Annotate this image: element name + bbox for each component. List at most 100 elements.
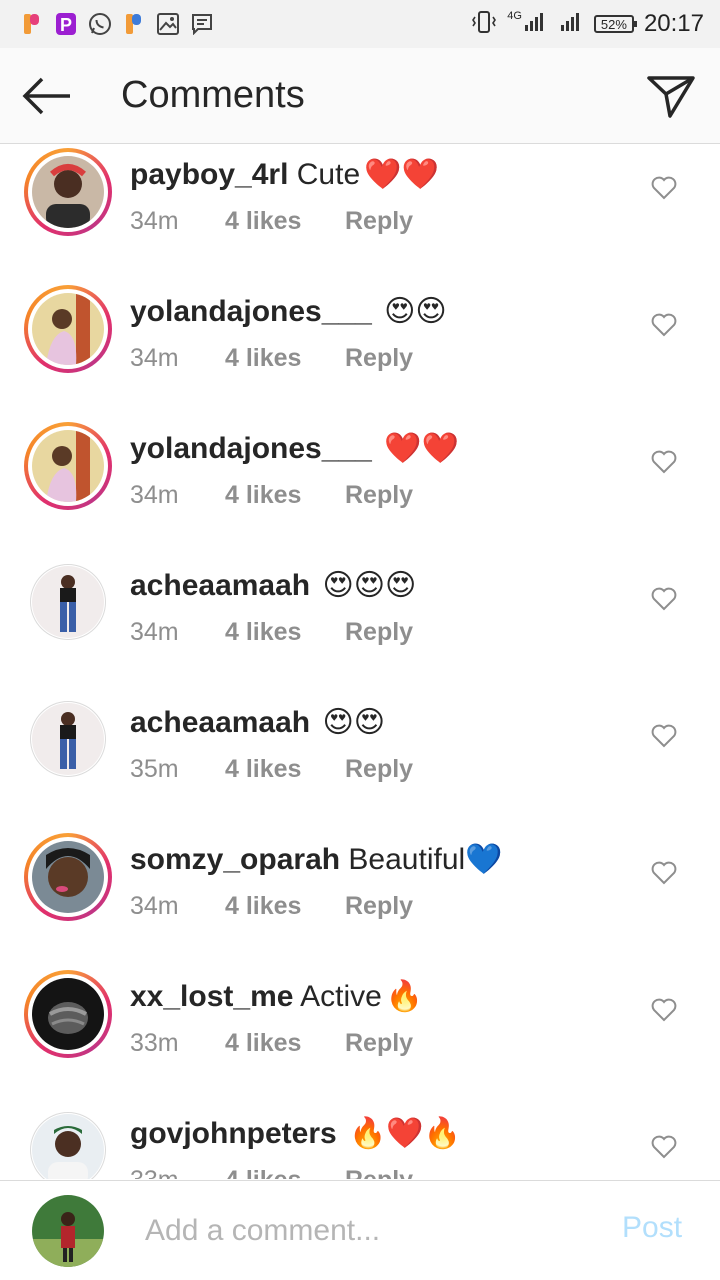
- comment-username[interactable]: xx_lost_me: [130, 980, 293, 1013]
- svg-text:P: P: [60, 15, 72, 35]
- comment-likes[interactable]: 4 likes: [225, 618, 345, 647]
- comment-emoji: 💙: [465, 843, 503, 876]
- like-button[interactable]: [650, 448, 678, 476]
- heart-outline-icon: [651, 450, 677, 474]
- comment-item: somzy_oparah Beautiful💙 34m 4 likes Repl…: [0, 830, 720, 967]
- comment-item: xx_lost_me Active 🔥 33m 4 likes Reply: [0, 967, 720, 1104]
- reply-button[interactable]: Reply: [345, 344, 413, 373]
- avatar[interactable]: [24, 148, 112, 236]
- like-button[interactable]: [650, 859, 678, 887]
- current-user-avatar: [32, 1195, 104, 1267]
- comment-likes[interactable]: 4 likes: [225, 344, 345, 373]
- avatar-photo: [32, 841, 104, 913]
- comment-time: 34m: [130, 892, 179, 920]
- message-icon: [190, 12, 214, 36]
- like-button[interactable]: [650, 1133, 678, 1161]
- comment-likes[interactable]: 4 likes: [225, 755, 345, 784]
- avatar-photo: [32, 703, 104, 775]
- comment-likes[interactable]: 4 likes: [225, 481, 345, 510]
- heart-outline-icon: [651, 313, 677, 337]
- avatar[interactable]: [24, 970, 112, 1058]
- comment-username[interactable]: yolandajones___: [130, 432, 372, 465]
- like-button[interactable]: [650, 585, 678, 613]
- signal-icon: [524, 11, 550, 38]
- reply-button[interactable]: Reply: [345, 618, 413, 647]
- clock: 20:17: [643, 10, 704, 37]
- avatar[interactable]: [30, 701, 106, 777]
- like-button[interactable]: [650, 722, 678, 750]
- avatar[interactable]: [30, 564, 106, 640]
- comment-likes[interactable]: 4 likes: [225, 207, 345, 236]
- system-status: 4G 52% 20:17: [471, 0, 704, 48]
- heart-outline-icon: [651, 587, 677, 611]
- back-button[interactable]: [20, 72, 74, 120]
- avatar-photo: [32, 978, 104, 1050]
- comment-likes[interactable]: 4 likes: [225, 1029, 345, 1058]
- back-arrow-icon: [22, 77, 70, 115]
- comment-emoji: 😍😍: [322, 706, 386, 739]
- comment-time: 34m: [130, 344, 179, 372]
- comment-item: govjohnpeters 🔥❤️🔥 33m 4 likes Reply: [0, 1104, 720, 1179]
- like-button[interactable]: [650, 311, 678, 339]
- comment-text: Active: [300, 980, 382, 1013]
- comment-item: acheaamaah 😍😍😍 34m 4 likes Reply: [0, 556, 720, 693]
- reply-button[interactable]: Reply: [345, 892, 413, 921]
- heart-outline-icon: [651, 998, 677, 1022]
- avatar[interactable]: [24, 833, 112, 921]
- comment-username[interactable]: somzy_oparah: [130, 843, 340, 876]
- comment-username[interactable]: yolandajones___: [130, 295, 372, 328]
- app-p-purple-icon: P: [54, 12, 78, 36]
- comment-likes[interactable]: 4 likes: [225, 892, 345, 921]
- comment-username[interactable]: acheaamaah: [130, 569, 310, 602]
- battery-indicator: 52%: [593, 15, 637, 33]
- comment-time: 33m: [130, 1029, 179, 1057]
- whatsapp-icon: [88, 12, 112, 36]
- comment-item: yolandajones___ ❤️❤️ 34m 4 likes Reply: [0, 419, 720, 556]
- reply-button[interactable]: Reply: [345, 1029, 413, 1058]
- reply-button[interactable]: Reply: [345, 207, 413, 236]
- app-p-orange-icon: [122, 12, 146, 36]
- like-button[interactable]: [650, 174, 678, 202]
- heart-outline-icon: [651, 861, 677, 885]
- heart-outline-icon: [651, 176, 677, 200]
- comment-item: payboy_4rl Cute ❤️❤️ 34m 4 likes Reply: [0, 145, 720, 282]
- avatar[interactable]: [24, 285, 112, 373]
- signal-icon: [560, 11, 584, 38]
- comment-username[interactable]: govjohnpeters: [130, 1117, 337, 1150]
- vibrate-icon: [471, 9, 497, 40]
- comment-emoji: ❤️❤️: [384, 432, 459, 465]
- comment-item: acheaamaah 😍😍 35m 4 likes Reply: [0, 693, 720, 830]
- top-bar: Comments: [0, 48, 720, 144]
- comment-item: yolandajones___ 😍😍 34m 4 likes Reply: [0, 282, 720, 419]
- reply-button[interactable]: Reply: [345, 755, 413, 784]
- avatar-photo: [32, 566, 104, 638]
- avatar[interactable]: [30, 1112, 106, 1179]
- comment-likes[interactable]: 4 likes: [225, 1166, 345, 1179]
- share-button[interactable]: [646, 72, 696, 120]
- comment-input[interactable]: [145, 1209, 585, 1253]
- like-button[interactable]: [650, 996, 678, 1024]
- page-title: Comments: [121, 74, 305, 116]
- post-button[interactable]: Post: [622, 1211, 682, 1245]
- comment-time: 34m: [130, 618, 179, 646]
- reply-button[interactable]: Reply: [345, 481, 413, 510]
- notification-icons: P: [20, 12, 214, 36]
- comment-composer: Post: [0, 1180, 720, 1280]
- avatar[interactable]: [24, 422, 112, 510]
- comment-emoji: ❤️❤️: [364, 158, 439, 191]
- status-bar: P 4G 52% 20:17: [0, 0, 720, 48]
- comment-username[interactable]: payboy_4rl: [130, 158, 288, 191]
- comment-time: 34m: [130, 207, 179, 235]
- comment-emoji: 🔥❤️🔥: [349, 1117, 462, 1150]
- comment-username[interactable]: acheaamaah: [130, 706, 310, 739]
- avatar-photo: [32, 156, 104, 228]
- avatar-photo: [32, 1114, 104, 1179]
- avatar-photo: [32, 430, 104, 502]
- app-p-orange-icon: [20, 12, 44, 36]
- comment-time: 33m: [130, 1166, 225, 1179]
- paper-plane-icon: [647, 76, 695, 118]
- comment-emoji: 🔥: [385, 980, 424, 1013]
- comment-emoji: 😍😍😍: [322, 569, 417, 602]
- reply-button[interactable]: Reply: [345, 1166, 413, 1179]
- comment-list[interactable]: payboy_4rl Cute ❤️❤️ 34m 4 likes Reply yo…: [0, 145, 720, 1179]
